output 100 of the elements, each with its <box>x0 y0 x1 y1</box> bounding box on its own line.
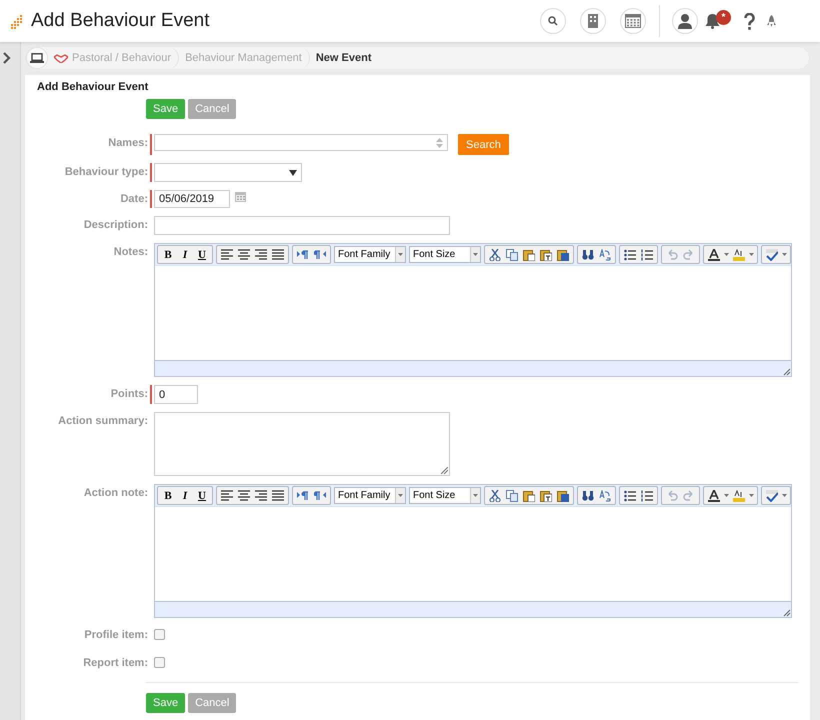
field-label: Description: <box>84 219 148 231</box>
notifications-button[interactable]: * <box>705 8 732 34</box>
align-center-button[interactable] <box>236 488 252 503</box>
align-justify-icon <box>272 490 284 502</box>
home-button[interactable] <box>26 47 48 69</box>
bullet-list-button[interactable] <box>622 247 638 262</box>
scissors-button[interactable] <box>487 488 503 503</box>
italic-button[interactable]: I <box>177 488 193 503</box>
checkbox[interactable] <box>154 657 165 668</box>
undo-icon <box>666 490 678 502</box>
numbered-list-button[interactable] <box>639 488 655 503</box>
clipboard-document-button[interactable] <box>555 488 571 503</box>
clipboard-document-icon <box>557 248 569 260</box>
rocket-button[interactable] <box>767 15 776 27</box>
font-family-dropdown[interactable]: Font Family <box>334 487 406 504</box>
align-left-button[interactable] <box>219 488 235 503</box>
clipboard-text-icon <box>540 248 552 260</box>
date-field[interactable]: 05/06/2019 <box>154 190 230 208</box>
replace-button[interactable] <box>597 247 613 262</box>
underline-button[interactable]: U <box>194 247 210 262</box>
calendar-button[interactable] <box>620 8 646 34</box>
clipboard-document-button[interactable] <box>555 247 571 262</box>
highlight-icon <box>733 490 745 502</box>
highlight-icon <box>733 248 745 260</box>
align-left-icon <box>221 490 233 502</box>
copy-button[interactable] <box>504 247 520 262</box>
numbered-list-icon <box>641 248 653 260</box>
description-field[interactable] <box>154 216 450 235</box>
align-right-button[interactable] <box>253 247 269 262</box>
text-color-icon <box>708 490 720 502</box>
search-button[interactable] <box>540 8 566 34</box>
redo-icon <box>683 248 695 260</box>
highlight-button[interactable] <box>731 488 747 503</box>
numbered-list-button[interactable] <box>639 247 655 262</box>
binoculars-icon <box>582 248 594 260</box>
question-icon <box>744 12 755 30</box>
align-left-button[interactable] <box>219 247 235 262</box>
paragraph-ltr-icon <box>297 248 309 260</box>
align-center-icon <box>238 490 250 502</box>
copy-button[interactable] <box>504 488 520 503</box>
binoculars-button[interactable] <box>580 488 596 503</box>
user-button[interactable] <box>672 8 698 34</box>
field-label: Names: <box>108 137 148 149</box>
caret-icon <box>398 494 403 497</box>
bold-button[interactable]: B <box>160 247 176 262</box>
field-label: Report item: <box>83 657 148 669</box>
building-icon <box>588 14 598 28</box>
clipboard-text-button[interactable] <box>538 247 554 262</box>
align-right-button[interactable] <box>253 488 269 503</box>
caret-icon <box>749 253 754 256</box>
bullet-list-icon <box>624 248 636 260</box>
align-center-button[interactable] <box>236 247 252 262</box>
caret-icon <box>782 253 787 256</box>
action-summary-field[interactable] <box>154 412 450 476</box>
rich-text-editor[interactable]: B I U Font Family Font Size <box>154 484 792 618</box>
chevron-right-icon <box>3 52 11 64</box>
field-label: Points: <box>110 388 148 400</box>
italic-button[interactable]: I <box>177 247 193 262</box>
expand-sidebar-button[interactable] <box>3 52 11 64</box>
field-label: Action summary: <box>58 415 148 427</box>
clipboard-text-button[interactable] <box>538 488 554 503</box>
caret-icon <box>473 253 478 256</box>
binoculars-button[interactable] <box>580 247 596 262</box>
checkbox[interactable] <box>154 629 165 640</box>
bold-button[interactable]: B <box>160 488 176 503</box>
rich-text-editor[interactable]: B I U Font Family Font Size <box>154 243 792 377</box>
align-justify-icon <box>272 248 284 260</box>
spellcheck-button[interactable] <box>764 488 780 503</box>
clipboard-icon <box>523 248 535 260</box>
building-button[interactable] <box>580 8 606 34</box>
scissors-button[interactable] <box>487 247 503 262</box>
clipboard-button[interactable] <box>521 488 537 503</box>
help-icon[interactable] <box>744 12 755 30</box>
current-breadcrumb: New Event <box>314 51 372 66</box>
bell-icon <box>705 14 720 28</box>
caret-icon <box>724 253 729 256</box>
clipboard-text-icon <box>540 490 552 502</box>
spellcheck-button[interactable] <box>764 247 780 262</box>
clipboard-document-icon <box>557 490 569 502</box>
copy-icon <box>506 248 518 260</box>
names-field[interactable] <box>154 134 448 151</box>
text-color-button[interactable] <box>706 247 722 262</box>
align-justify-button[interactable] <box>270 488 286 503</box>
underline-button[interactable]: U <box>194 488 210 503</box>
text-color-button[interactable] <box>706 488 722 503</box>
paragraph-ltr-icon <box>297 490 309 502</box>
bullet-list-button[interactable] <box>622 488 638 503</box>
replace-button[interactable] <box>597 488 613 503</box>
resize-grip-icon <box>783 609 791 617</box>
font-family-dropdown[interactable]: Font Family <box>334 246 406 263</box>
field-label: Behaviour type: <box>64 166 148 178</box>
caret-icon <box>724 494 729 497</box>
field-label: Date: <box>120 193 148 205</box>
spellcheck-icon <box>766 248 778 260</box>
highlight-button[interactable] <box>731 247 747 262</box>
font-size-dropdown[interactable]: Font Size <box>409 487 481 504</box>
font-size-dropdown[interactable]: Font Size <box>409 246 481 263</box>
align-justify-button[interactable] <box>270 247 286 262</box>
points-field[interactable]: 0 <box>154 385 198 404</box>
clipboard-button[interactable] <box>521 247 537 262</box>
